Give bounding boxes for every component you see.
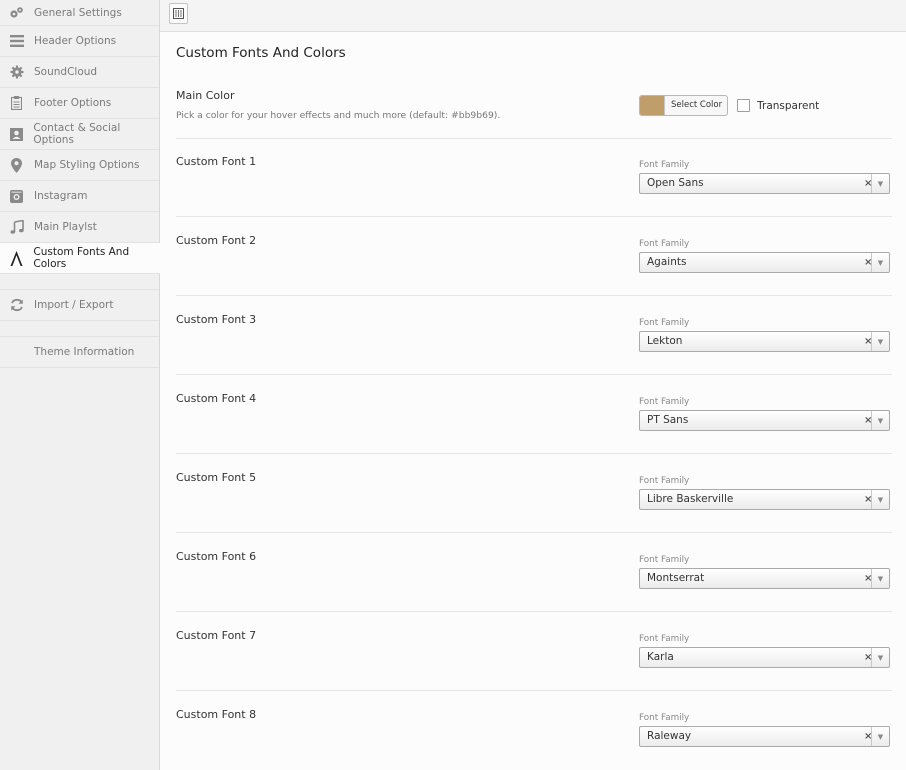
- sidebar-item-soundcloud[interactable]: SoundCloud: [0, 57, 159, 88]
- gears-icon: [9, 5, 24, 20]
- refresh-icon: [9, 298, 24, 313]
- chevron-down-icon[interactable]: ▼: [871, 648, 889, 667]
- custom-font-row: Custom Font 5 Font Family Libre Baskervi…: [176, 454, 892, 533]
- font-family-label: Font Family: [639, 160, 690, 170]
- font-family-value: Raleway: [647, 730, 692, 742]
- clipboard-icon: [9, 96, 24, 111]
- sidebar-item-instagram[interactable]: Instagram: [0, 181, 159, 212]
- custom-font-row: Custom Font 4 Font Family PT Sans × ▼: [176, 375, 892, 454]
- font-family-select[interactable]: Lekton × ▼: [639, 331, 890, 352]
- font-family-value: Againts: [647, 256, 687, 268]
- sidebar-item-label: Custom Fonts And Colors: [33, 246, 130, 270]
- font-family-label: Font Family: [639, 476, 690, 486]
- custom-font-row: Custom Font 2 Font Family Againts × ▼: [176, 217, 892, 296]
- font-family-value: Montserrat: [647, 572, 705, 584]
- sidebar: General Settings Header Options SoundClo…: [0, 0, 160, 770]
- sidebar-item-import-export[interactable]: Import / Export: [0, 290, 159, 321]
- sidebar-item-label: Theme Information: [34, 346, 135, 358]
- map-pin-icon: [9, 157, 24, 173]
- sidebar-item-contact-social[interactable]: Contact & Social Options: [0, 119, 159, 150]
- sidebar-item-header-options[interactable]: Header Options: [0, 26, 159, 57]
- font-family-select[interactable]: Againts × ▼: [639, 252, 890, 273]
- custom-font-row: Custom Font 3 Font Family Lekton × ▼: [176, 296, 892, 375]
- custom-font-row: Custom Font 1 Font Family Open Sans × ▼: [176, 138, 892, 217]
- font-family-value: Open Sans: [647, 177, 704, 189]
- custom-font-row: Custom Font 7 Font Family Karla × ▼: [176, 612, 892, 691]
- chevron-down-icon[interactable]: ▼: [871, 253, 889, 272]
- custom-font-label: Custom Font 2: [176, 234, 257, 247]
- custom-font-label: Custom Font 1: [176, 155, 257, 168]
- font-family-label: Font Family: [639, 634, 690, 644]
- font-family-value: Karla: [647, 651, 674, 663]
- custom-font-label: Custom Font 5: [176, 471, 257, 484]
- font-family-label: Font Family: [639, 713, 690, 723]
- sidebar-item-general-settings[interactable]: General Settings: [0, 0, 159, 26]
- font-family-select[interactable]: Raleway × ▼: [639, 726, 890, 747]
- top-toolbar: [160, 0, 906, 32]
- sidebar-item-label: SoundCloud: [34, 66, 98, 78]
- sidebar-item-label: Map Styling Options: [34, 159, 140, 171]
- sidebar-item-footer-options[interactable]: Footer Options: [0, 88, 159, 119]
- font-family-label: Font Family: [639, 555, 690, 565]
- sidebar-item-theme-information[interactable]: Theme Information: [0, 337, 159, 368]
- font-family-select[interactable]: Montserrat × ▼: [639, 568, 890, 589]
- sidebar-divider: [0, 321, 159, 337]
- select-color-button[interactable]: Select Color: [639, 95, 729, 116]
- chevron-down-icon[interactable]: ▼: [871, 490, 889, 509]
- expand-options-button[interactable]: [169, 3, 188, 24]
- custom-font-label: Custom Font 4: [176, 392, 257, 405]
- main-color-label: Main Color: [176, 89, 235, 102]
- font-family-label: Font Family: [639, 239, 690, 249]
- font-a-icon: [9, 250, 23, 266]
- font-family-label: Font Family: [639, 318, 690, 328]
- sidebar-item-label: Contact & Social Options: [33, 122, 121, 146]
- sidebar-item-label: Footer Options: [34, 97, 112, 109]
- font-family-label: Font Family: [639, 397, 690, 407]
- sidebar-item-label: Instagram: [34, 190, 88, 202]
- font-family-select[interactable]: PT Sans × ▼: [639, 410, 890, 431]
- chevron-down-icon[interactable]: ▼: [871, 727, 889, 746]
- chevron-down-icon[interactable]: ▼: [871, 174, 889, 193]
- page-title: Custom Fonts And Colors: [176, 45, 346, 61]
- transparent-checkbox[interactable]: [737, 99, 751, 112]
- custom-font-row: Custom Font 6 Font Family Montserrat × ▼: [176, 533, 892, 612]
- chevron-down-icon[interactable]: ▼: [871, 332, 889, 351]
- contact-card-icon: [9, 127, 23, 142]
- sidebar-item-label: Main Playlst: [34, 221, 97, 233]
- sidebar-item-label: Import / Export: [34, 299, 114, 311]
- sidebar-item-custom-fonts-colors[interactable]: Custom Fonts And Colors: [0, 243, 160, 274]
- gear-icon: [9, 65, 24, 80]
- main-color-row: Main Color Pick a color for your hover e…: [176, 80, 892, 139]
- custom-font-label: Custom Font 7: [176, 629, 257, 642]
- font-family-value: Libre Baskerville: [647, 493, 734, 505]
- chevron-down-icon[interactable]: ▼: [871, 411, 889, 430]
- menu-bars-icon: [9, 34, 24, 49]
- font-family-value: PT Sans: [647, 414, 689, 426]
- font-family-select[interactable]: Libre Baskerville × ▼: [639, 489, 890, 510]
- sidebar-item-main-playlist[interactable]: Main Playlst: [0, 212, 159, 243]
- camera-icon: [9, 189, 24, 204]
- custom-font-row: Custom Font 8 Font Family Raleway × ▼: [176, 691, 892, 769]
- music-note-icon: [9, 220, 24, 235]
- main-color-description: Pick a color for your hover effects and …: [176, 110, 501, 121]
- sidebar-item-label: General Settings: [34, 6, 122, 19]
- transparent-label: Transparent: [757, 99, 820, 112]
- color-swatch: [640, 96, 664, 115]
- chevron-down-icon[interactable]: ▼: [871, 569, 889, 588]
- custom-font-label: Custom Font 3: [176, 313, 257, 326]
- font-family-value: Lekton: [647, 335, 683, 347]
- select-color-label: Select Color: [664, 96, 727, 115]
- sidebar-item-label: Header Options: [34, 35, 117, 47]
- color-picker-control: Select Color Transparent: [639, 95, 819, 116]
- custom-font-label: Custom Font 6: [176, 550, 257, 563]
- sidebar-divider: [0, 274, 159, 290]
- font-family-select[interactable]: Karla × ▼: [639, 647, 890, 668]
- columns-icon: [173, 8, 184, 19]
- font-family-select[interactable]: Open Sans × ▼: [639, 173, 890, 194]
- sidebar-item-map-styling[interactable]: Map Styling Options: [0, 150, 159, 181]
- custom-font-label: Custom Font 8: [176, 708, 257, 721]
